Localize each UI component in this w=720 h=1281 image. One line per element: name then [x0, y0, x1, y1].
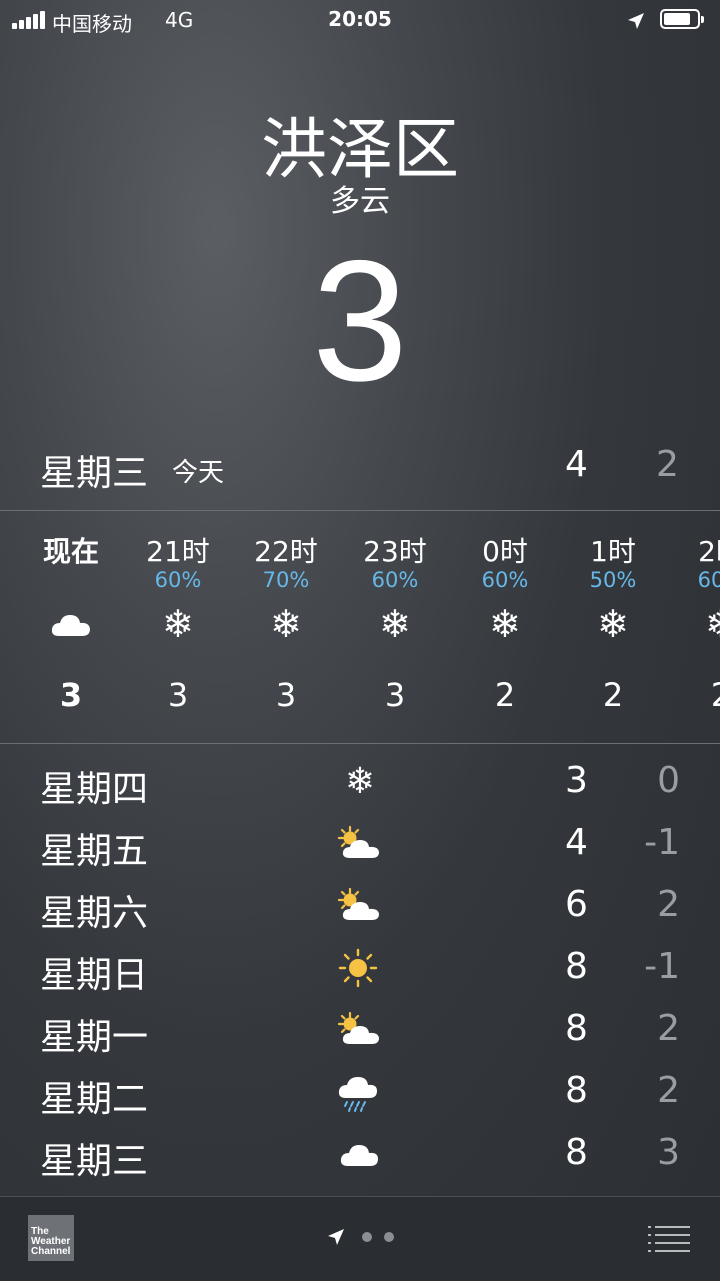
cloud-icon [16, 604, 126, 644]
today-summary: 星期三 今天 4 2 [0, 444, 720, 494]
day-low: -1 [644, 822, 680, 863]
hour-temperature: 3 [59, 676, 83, 714]
hourly-item: 21时 60% ❄ 3 [123, 512, 233, 742]
hour-temperature: 3 [384, 676, 406, 714]
hour-temperature: 2 [666, 676, 720, 714]
daily-row: 星期二 8 2 [0, 1066, 720, 1128]
hour-label: 0时 [482, 535, 528, 568]
day-low: 3 [657, 1132, 680, 1173]
snowflake-icon: ❄ [666, 604, 720, 644]
bottom-toolbar: The Weather Channel [0, 1196, 720, 1281]
day-high: 3 [565, 760, 588, 801]
snowflake-icon: ❄ [344, 761, 376, 802]
day-name: 星期五 [40, 831, 149, 872]
precip-chance: 60% [697, 568, 720, 592]
day-low: -1 [644, 946, 680, 987]
hourly-item: 23时 60% ❄ 3 [340, 512, 450, 742]
daily-row: 星期四 ❄ 3 0 [0, 756, 720, 818]
day-name: 星期三 [40, 1141, 149, 1182]
partly-cloudy-icon [337, 825, 379, 858]
current-temperature: 3 [312, 225, 408, 417]
snowflake-icon: ❄ [597, 602, 629, 646]
precip-chance: 60% [481, 568, 529, 592]
status-bar: 中国移动 4G 20:05 [0, 0, 720, 40]
divider-top [0, 510, 720, 511]
page-indicator-dot[interactable] [384, 1232, 394, 1242]
daily-row: 星期三 8 3 [0, 1128, 720, 1190]
day-low: 0 [657, 760, 680, 801]
hour-temperature: 2 [494, 676, 516, 714]
hour-label: 1时 [590, 535, 636, 568]
day-name: 星期日 [40, 955, 149, 996]
day-low: 2 [657, 1008, 680, 1049]
precip-chance: 60% [154, 568, 202, 592]
day-low: 2 [657, 884, 680, 925]
current-condition: 多云 [330, 184, 390, 219]
day-name: 星期六 [40, 893, 149, 934]
hourly-forecast[interactable]: 现在 3 21时 60% ❄ 3 22时 70% ❄ 3 23时 60% ❄ 3… [0, 512, 720, 742]
hourly-item: 22时 70% ❄ 3 [231, 512, 341, 742]
hour-label: 2时 [698, 535, 720, 568]
day-high: 4 [565, 822, 588, 863]
page-indicator-dot[interactable] [362, 1232, 372, 1242]
day-high: 8 [565, 1070, 588, 1111]
today-high: 4 [565, 444, 588, 485]
hourly-item: 1时 50% ❄ 2 [558, 512, 668, 742]
daily-row: 星期六 6 2 [0, 880, 720, 942]
precip-chance: 60% [371, 568, 419, 592]
hour-temperature: 2 [602, 676, 624, 714]
today-weekday: 星期三 [40, 453, 149, 494]
day-high: 8 [565, 946, 588, 987]
day-high: 8 [565, 1008, 588, 1049]
today-label: 今天 [172, 458, 225, 488]
hour-label: 21时 [146, 535, 210, 568]
partly-cloudy-icon [337, 1011, 379, 1044]
status-time: 20:05 [328, 7, 392, 31]
snowflake-icon: ❄ [379, 602, 411, 646]
hour-temperature: 3 [167, 676, 189, 714]
day-name: 星期二 [40, 1079, 149, 1120]
snowflake-icon: ❄ [270, 602, 302, 646]
sun-icon [338, 948, 378, 988]
partly-cloudy-icon [337, 887, 379, 920]
daily-row: 星期日 8 -1 [0, 942, 720, 1004]
hour-label: 22时 [254, 535, 318, 568]
snowflake-icon: ❄ [489, 602, 521, 646]
divider-bottom [0, 743, 720, 744]
day-name: 星期一 [40, 1017, 149, 1058]
snowflake-icon: ❄ [162, 602, 194, 646]
hourly-item: 2时 60% ❄ 2 [666, 512, 720, 742]
location-arrow-icon [628, 13, 644, 29]
hour-label: 现在 [42, 535, 99, 568]
hourly-item: 现在 3 [16, 512, 126, 742]
city-list-icon[interactable] [648, 1225, 690, 1253]
hour-temperature: 3 [275, 676, 297, 714]
hourly-item: 0时 60% ❄ 2 [450, 512, 560, 742]
daily-row: 星期一 8 2 [0, 1004, 720, 1066]
hour-label: 23时 [363, 535, 427, 568]
day-low: 2 [657, 1070, 680, 1111]
rain-cloud-icon [338, 1077, 377, 1112]
weather-channel-logo[interactable]: The Weather Channel [28, 1215, 74, 1261]
today-low: 2 [656, 444, 679, 485]
day-name: 星期四 [40, 769, 149, 810]
day-high: 8 [565, 1132, 588, 1173]
precip-chance: 70% [262, 568, 310, 592]
precip-chance: 50% [589, 568, 637, 592]
day-high: 6 [565, 884, 588, 925]
cloud-icon [340, 1145, 378, 1166]
current-location-icon[interactable] [326, 1227, 346, 1247]
daily-row: 星期五 4 -1 [0, 818, 720, 880]
battery-icon [660, 9, 704, 29]
